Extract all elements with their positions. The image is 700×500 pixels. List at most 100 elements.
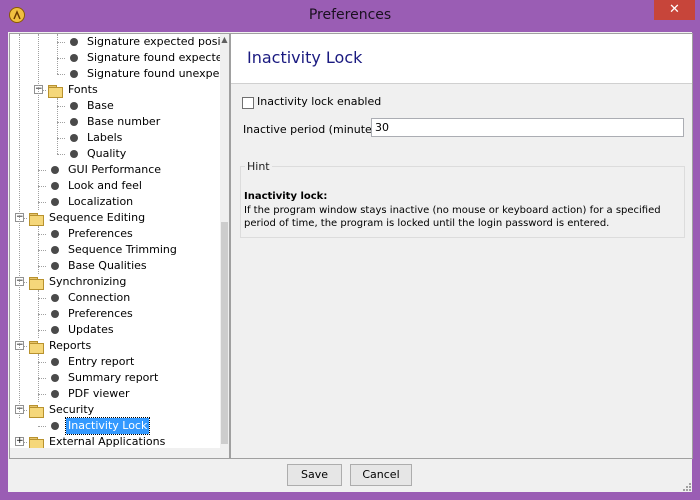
- tree-item-label: Signature expected position: [87, 35, 230, 48]
- scroll-up-arrow-icon[interactable]: ▲: [220, 34, 229, 46]
- settings-panel: Inactivity Lock Inactivity lock enabled …: [230, 33, 693, 459]
- tree-item-label: Summary report: [68, 371, 159, 384]
- tree-item-synchronizing[interactable]: − Synchronizing: [10, 274, 220, 290]
- tree-connector: [38, 394, 46, 395]
- tree-item-labels[interactable]: Labels: [10, 130, 220, 146]
- tree-guide-line: [57, 98, 58, 154]
- tree-connector: [38, 330, 46, 331]
- inactive-period-label: Inactive period (minutes):: [243, 123, 386, 136]
- tree-connector: [57, 42, 65, 43]
- tree-item-signature-expected-position[interactable]: Signature expected position: [10, 34, 229, 50]
- folder-icon: [48, 83, 64, 98]
- bullet-icon: [70, 38, 78, 46]
- tree-vertical-scrollbar[interactable]: ▲: [220, 34, 229, 458]
- tree-item-sequence-trimming[interactable]: Sequence Trimming: [10, 242, 220, 258]
- tree-item-signature-found-unexpected[interactable]: Signature found unexpected: [10, 66, 229, 82]
- expand-icon[interactable]: +: [15, 437, 24, 446]
- tree-connector: [57, 106, 65, 107]
- tree-item-security[interactable]: − Security: [10, 402, 220, 418]
- page-header: Inactivity Lock: [231, 34, 692, 84]
- tree-item-label: Reports: [49, 339, 92, 352]
- tree-item-updates[interactable]: Updates: [10, 322, 220, 338]
- tree-item-label: Base: [87, 99, 114, 112]
- tree-item-pdf-viewer[interactable]: PDF viewer: [10, 386, 220, 402]
- tree-item-label: Base number: [87, 115, 161, 128]
- save-button[interactable]: Save: [287, 464, 342, 486]
- folder-icon: [29, 211, 45, 226]
- bullet-icon: [51, 198, 59, 206]
- tree-item-label: Sequence Trimming: [68, 243, 177, 256]
- tree-item-label: Labels: [87, 131, 123, 144]
- tree-item-label: Localization: [68, 195, 134, 208]
- tree-connector: [57, 122, 65, 123]
- tree-item-look-and-feel[interactable]: Look and feel: [10, 178, 220, 194]
- tree-connector: [38, 170, 46, 171]
- tree-item-gui-performance[interactable]: GUI Performance: [10, 162, 220, 178]
- tree-item-label: Updates: [68, 323, 114, 336]
- inactivity-lock-checkbox[interactable]: [242, 97, 254, 109]
- tree-item-entry-report[interactable]: Entry report: [10, 354, 220, 370]
- tree-connector: [57, 154, 65, 155]
- tree-item-label: Preferences: [68, 307, 133, 320]
- tree-item-label: Security: [49, 403, 95, 416]
- tree-item-label: Look and feel: [68, 179, 142, 192]
- inactivity-lock-checkbox-label[interactable]: Inactivity lock enabled: [257, 95, 381, 108]
- folder-icon: [29, 403, 45, 418]
- preferences-window: Preferences ✕ + External Applications Inac…: [0, 0, 700, 500]
- bullet-icon: [51, 294, 59, 302]
- tree-item-inactivity-lock[interactable]: Inactivity Lock: [10, 417, 220, 435]
- tree-item-label: Base Qualities: [68, 259, 147, 272]
- bullet-icon: [70, 70, 78, 78]
- tree-item-signature-found-expected[interactable]: Signature found expected: [10, 50, 229, 66]
- tree-connector: [57, 138, 65, 139]
- preferences-tree[interactable]: + External Applications Inactivity Lock − Se…: [9, 33, 230, 459]
- tree-item-summary-report[interactable]: Summary report: [10, 370, 220, 386]
- tree-item-connection[interactable]: Connection: [10, 290, 220, 306]
- bullet-icon: [51, 358, 59, 366]
- tree-guide-line: [38, 226, 39, 274]
- tree-guide-line: [38, 354, 39, 402]
- tree-item-label: Entry report: [68, 355, 135, 368]
- tree-connector: [38, 266, 46, 267]
- cancel-button[interactable]: Cancel: [350, 464, 412, 486]
- tree-connector: [38, 362, 46, 363]
- folder-icon: [29, 275, 45, 290]
- tree-connector: [38, 314, 46, 315]
- bullet-icon: [70, 150, 78, 158]
- bullet-icon: [70, 102, 78, 110]
- tree-item-quality[interactable]: Quality: [10, 146, 220, 162]
- tree-item-base-qualities[interactable]: Base Qualities: [10, 258, 220, 274]
- bullet-icon: [51, 230, 59, 238]
- tree-item-fonts[interactable]: − Fonts: [10, 82, 220, 98]
- bullet-icon: [51, 310, 59, 318]
- close-button[interactable]: ✕: [654, 0, 695, 20]
- tree-item-base-number[interactable]: Base number: [10, 114, 220, 130]
- tree-item-reports[interactable]: − Reports: [10, 338, 220, 354]
- tree-item-base[interactable]: Base: [10, 98, 220, 114]
- folder-icon: [29, 435, 45, 450]
- tree-guide-line: [38, 290, 39, 338]
- tree-item-label: Quality: [87, 147, 127, 160]
- tree-item-label: PDF viewer: [68, 387, 130, 400]
- tree-item-label: Inactivity Lock: [64, 417, 151, 435]
- resize-grip-icon[interactable]: [682, 482, 692, 492]
- bullet-icon: [70, 118, 78, 126]
- tree-guide-line: [57, 34, 58, 74]
- tree-item-preferences[interactable]: Preferences: [10, 226, 220, 242]
- scrollbar-thumb[interactable]: [221, 222, 228, 444]
- inactive-period-input[interactable]: [371, 118, 684, 137]
- tree-item-label: Sequence Editing: [49, 211, 146, 224]
- tree-connector: [38, 298, 46, 299]
- tree-item-label: GUI Performance: [68, 163, 162, 176]
- tree-item-localization[interactable]: Localization: [10, 194, 220, 210]
- bullet-icon: [51, 182, 59, 190]
- title-bar[interactable]: Preferences ✕: [0, 0, 700, 32]
- hint-heading: Inactivity lock:: [244, 191, 328, 202]
- bullet-icon: [51, 166, 59, 174]
- page-title: Inactivity Lock: [247, 48, 363, 67]
- tree-item-label: Signature found unexpected: [87, 67, 230, 80]
- tree-item-preferences[interactable]: Preferences: [10, 306, 220, 322]
- tree-item-sequence-editing[interactable]: − Sequence Editing: [10, 210, 220, 226]
- tree-item-label: Connection: [68, 291, 131, 304]
- tree-horizontal-scrollbar[interactable]: [10, 448, 220, 458]
